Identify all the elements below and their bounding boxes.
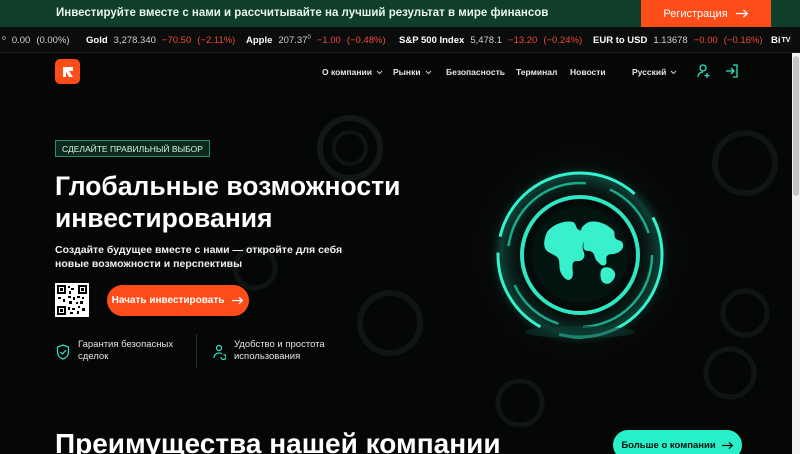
- hero-title: Глобальные возможности инвестирования: [55, 171, 401, 233]
- logo-mark-icon: [62, 66, 73, 77]
- tradingview-logo-icon[interactable]: TV: [780, 34, 792, 46]
- nav-security[interactable]: Безопасность: [446, 67, 505, 77]
- start-investing-button[interactable]: Начать инвестировать: [107, 285, 249, 316]
- language-label: Русский: [632, 67, 667, 77]
- nav-terminal[interactable]: Терминал: [516, 67, 557, 77]
- ticker-pct: (−0.24%): [543, 35, 583, 46]
- ticker-item[interactable]: ⁰ 0.00 (0.00%): [2, 35, 70, 46]
- market-ticker[interactable]: ⁰ 0.00 (0.00%) Gold 3,278.340 −70.50 (−2…: [0, 27, 800, 53]
- register-button[interactable]: Регистрация: [641, 0, 771, 27]
- user-register-icon[interactable]: [696, 63, 712, 79]
- ticker-pct: (−0.16%): [723, 35, 763, 46]
- arrow-right-icon: [721, 441, 733, 449]
- start-investing-label: Начать инвестировать: [111, 295, 225, 306]
- ticker-change: −70.50: [161, 35, 192, 46]
- hero-badge: СДЕЛАЙТЕ ПРАВИЛЬНЫЙ ВЫБОР: [55, 140, 210, 157]
- ticker-item[interactable]: S&P 500 Index 5,478.1 −13.20 (−0.24%): [399, 35, 582, 46]
- chevron-down-icon: [671, 70, 677, 74]
- chevron-down-icon: [376, 70, 383, 74]
- ticker-item[interactable]: Gold 3,278.340 −70.50 (−2.11%): [86, 35, 235, 46]
- promo-text: Инвестируйте вместе с нами и рассчитывай…: [56, 7, 549, 19]
- globe-illustration: [487, 162, 673, 348]
- nav-news[interactable]: Новости: [570, 67, 606, 77]
- promo-bar: Инвестируйте вместе с нами и рассчитывай…: [0, 0, 800, 27]
- scrollbar-thumb[interactable]: [793, 56, 799, 196]
- ticker-price: 0.00: [11, 35, 31, 46]
- nav-label: Рынки: [393, 67, 421, 77]
- qr-code-icon: [57, 285, 87, 315]
- qr-code: [55, 283, 89, 317]
- feature-ease-of-use: Удобство и простота использования: [212, 339, 325, 363]
- ticker-price: 5,478.1: [470, 35, 503, 46]
- brand-logo[interactable]: [55, 59, 80, 84]
- ticker-partial: ⁰: [2, 35, 6, 46]
- arrow-right-icon: [232, 296, 244, 305]
- ticker-price: 3,278.340: [113, 35, 156, 46]
- ticker-item[interactable]: Apple 207.370 −1.00 (−0.48%): [246, 35, 386, 46]
- ticker-change: −13.20: [508, 35, 538, 46]
- ticker-pct: (0.00%): [36, 35, 70, 46]
- more-about-company-button[interactable]: Больше о компании: [613, 430, 742, 454]
- nav-label: О компании: [322, 67, 372, 77]
- ticker-name: S&P 500 Index: [399, 35, 465, 46]
- ticker-change: −0.00: [693, 35, 718, 46]
- ticker-item[interactable]: EUR to USD 1.13678 −0.00 (−0.16%): [593, 35, 763, 46]
- nav-label: Безопасность: [446, 67, 505, 77]
- feature-divider: [196, 334, 197, 368]
- section-title: Преимущества нашей компании: [55, 428, 501, 454]
- arrow-right-icon: [735, 9, 748, 18]
- nav-label: Новости: [570, 67, 606, 77]
- language-select[interactable]: Русский: [632, 67, 677, 77]
- ticker-pct: (−2.11%): [197, 35, 236, 46]
- ticker-name: Gold: [86, 35, 108, 46]
- shield-check-icon: [56, 344, 70, 360]
- ticker-change: −1.00: [316, 35, 341, 47]
- feature-safe-deals: Гарантия безопасных сделок: [56, 339, 173, 363]
- login-icon[interactable]: [724, 63, 740, 79]
- nav-label: Терминал: [516, 67, 558, 77]
- feature-text: Удобство и простота использования: [234, 339, 325, 362]
- ticker-name: EUR to USD: [593, 35, 648, 46]
- register-button-label: Регистрация: [663, 7, 728, 20]
- chevron-down-icon: [425, 70, 431, 74]
- user-sync-icon: [213, 344, 226, 360]
- more-about-company-label: Больше о компании: [621, 439, 716, 451]
- ticker-price: 1.13678: [653, 35, 688, 46]
- ticker-pct: (−0.48%): [346, 35, 386, 47]
- ticker-name: Apple: [246, 35, 273, 47]
- feature-text: Гарантия безопасных сделок: [78, 339, 174, 362]
- ticker-price: 207.370: [278, 35, 311, 47]
- nav-about[interactable]: О компании: [322, 67, 383, 77]
- hero-subtitle: Создайте будущее вместе с нами — откройт…: [55, 244, 343, 270]
- nav-markets[interactable]: Рынки: [393, 67, 432, 77]
